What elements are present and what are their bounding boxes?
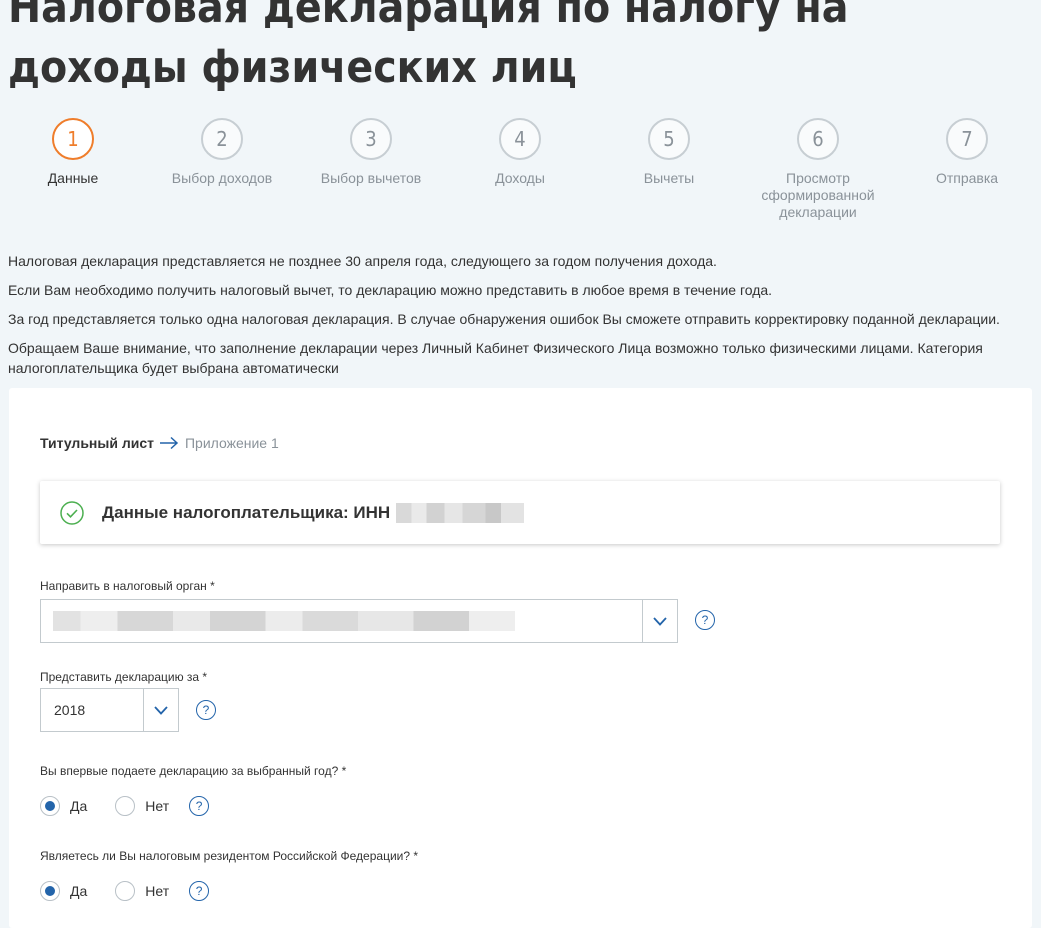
- declaration-year-value: 2018: [54, 702, 86, 718]
- info-paragraph: Налоговая декларация представляется не п…: [8, 253, 717, 269]
- resident-no-radio[interactable]: [115, 881, 136, 901]
- resident-radio-group: Да Нет ?: [40, 881, 210, 901]
- step-label: Выбор вычетов: [320, 170, 422, 186]
- step-number: 7: [946, 118, 988, 160]
- help-icon[interactable]: ?: [189, 796, 210, 816]
- step-preview[interactable]: 6 Просмотр сформированной декларации: [753, 118, 883, 221]
- first-time-label: Вы впервые подаете декларацию за выбранн…: [40, 764, 347, 778]
- step-deduction-selection[interactable]: 3 Выбор вычетов: [306, 118, 436, 187]
- step-deductions[interactable]: 5 Вычеты: [604, 118, 734, 187]
- inn-value-redacted: [396, 502, 525, 523]
- chevron-down-icon: [653, 616, 667, 626]
- tax-authority-value: [41, 600, 642, 642]
- step-submit[interactable]: 7 Отправка: [902, 118, 1032, 187]
- radio-label: Да: [70, 883, 88, 899]
- help-icon[interactable]: ?: [196, 700, 216, 720]
- help-icon[interactable]: ?: [695, 610, 715, 630]
- stepper: 1 Данные 2 Выбор доходов 3 Выбор вычетов…: [0, 118, 1041, 228]
- chevron-down-icon: [154, 705, 168, 715]
- page-title: Налоговая декларация по налогу на доходы…: [8, 0, 849, 93]
- step-number: 1: [52, 118, 94, 160]
- step-number: 4: [499, 118, 541, 160]
- tax-authority-value-redacted: [53, 611, 515, 631]
- step-number: 2: [201, 118, 243, 160]
- step-label: Просмотр сформированной декларации: [761, 170, 875, 220]
- step-number: 5: [648, 118, 690, 160]
- step-data[interactable]: 1 Данные: [8, 118, 138, 187]
- first-time-yes-radio[interactable]: [40, 796, 60, 816]
- taxpayer-title: Данные налогоплательщика: ИНН: [102, 502, 391, 522]
- radio-label: Нет: [145, 883, 170, 899]
- tax-authority-label: Направить в налоговый орган *: [40, 579, 215, 593]
- radio-label: Да: [70, 798, 88, 814]
- step-income[interactable]: 4 Доходы: [455, 118, 585, 187]
- step-number: 3: [350, 118, 392, 160]
- check-circle-icon: [60, 500, 84, 525]
- resident-label: Являетесь ли Вы налоговым резидентом Рос…: [40, 849, 419, 863]
- info-text: Налоговая декларация представляется не п…: [8, 251, 1038, 387]
- tax-authority-select[interactable]: [40, 599, 678, 643]
- step-number: 6: [797, 118, 839, 160]
- breadcrumb-current: Титульный лист: [40, 435, 154, 451]
- step-label: Отправка: [935, 170, 999, 186]
- step-label: Данные: [47, 170, 99, 186]
- step-label: Выбор доходов: [171, 170, 273, 186]
- resident-yes-radio[interactable]: [40, 881, 60, 901]
- step-label: Вычеты: [643, 170, 695, 186]
- info-paragraph: Если Вам необходимо получить налоговый в…: [8, 282, 773, 298]
- breadcrumb-next[interactable]: Приложение 1: [185, 435, 279, 451]
- first-time-no-radio[interactable]: [115, 796, 136, 816]
- radio-label: Нет: [145, 798, 170, 814]
- tax-authority-dropdown-button[interactable]: [642, 600, 677, 642]
- info-paragraph: За год представляется только одна налого…: [8, 311, 1000, 327]
- declaration-year-label: Представить декларацию за *: [40, 670, 208, 684]
- declaration-year-dropdown-button[interactable]: [143, 689, 178, 731]
- taxpayer-panel[interactable]: Данные налогоплательщика: ИНН: [40, 481, 1000, 544]
- first-time-radio-group: Да Нет ?: [40, 796, 210, 816]
- declaration-year-select[interactable]: 2018: [40, 688, 179, 732]
- step-income-selection[interactable]: 2 Выбор доходов: [157, 118, 287, 187]
- info-paragraph: Обращаем Ваше внимание, что заполнение д…: [8, 340, 983, 376]
- step-label: Доходы: [495, 170, 545, 186]
- breadcrumb: Титульный лист Приложение 1: [40, 435, 279, 451]
- help-icon[interactable]: ?: [189, 881, 210, 901]
- form-card: Титульный лист Приложение 1 Данные налог…: [9, 388, 1032, 928]
- arrow-right-icon: [159, 436, 179, 450]
